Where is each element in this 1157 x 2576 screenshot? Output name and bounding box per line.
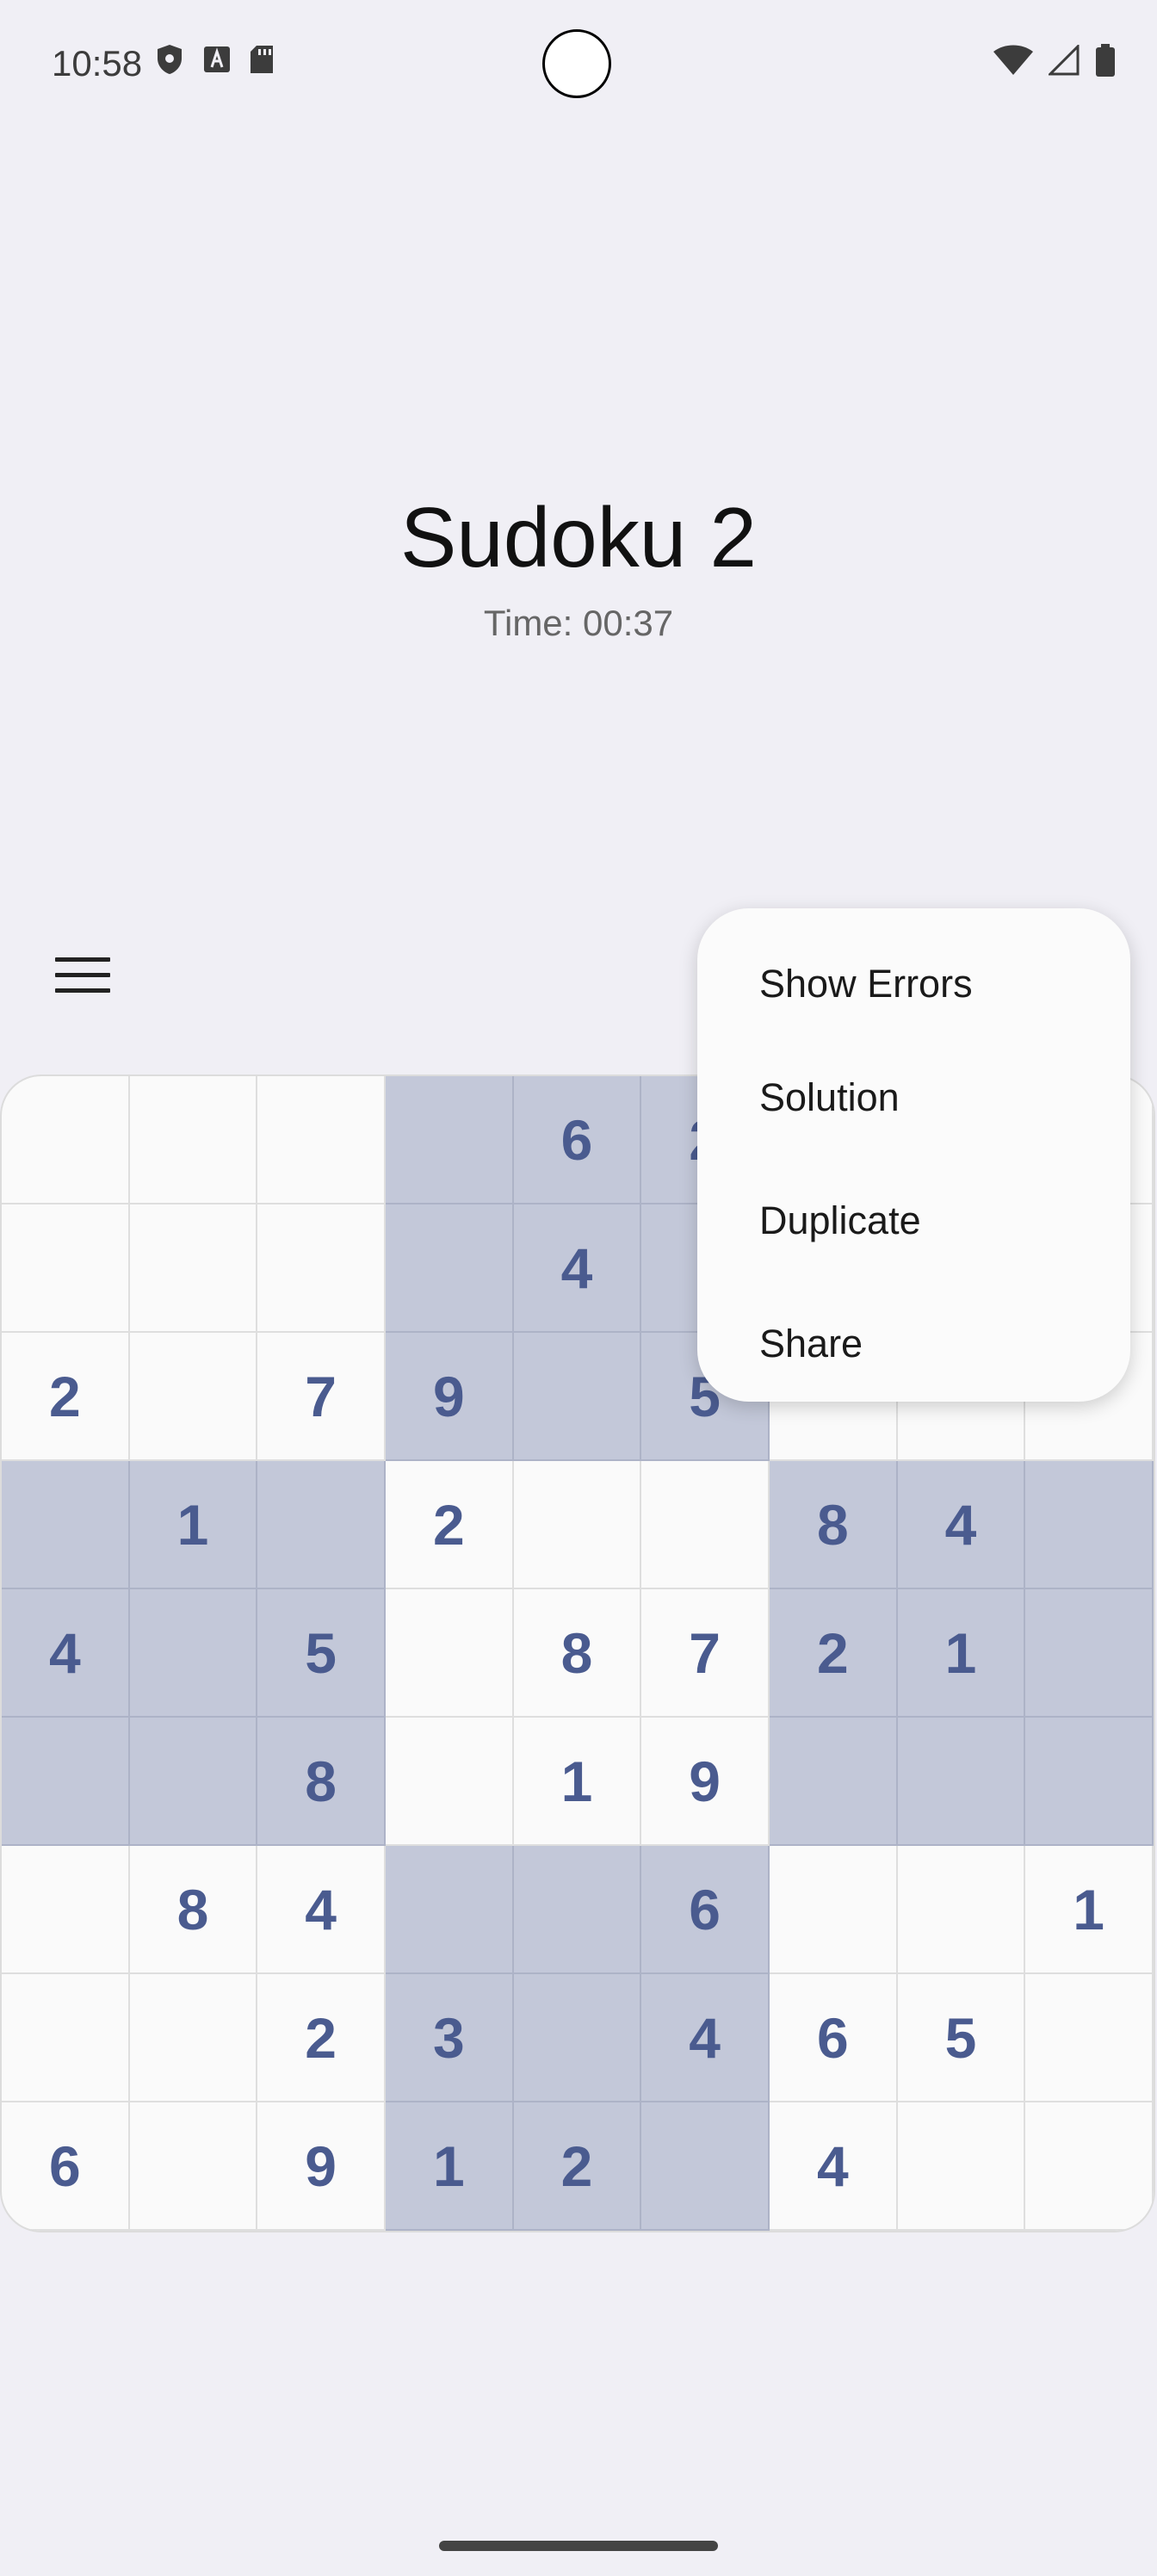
menu-item-share[interactable]: Share — [697, 1282, 1130, 1405]
sd-card-icon — [251, 46, 273, 73]
home-indicator[interactable] — [439, 2541, 718, 2551]
status-icons-right — [993, 43, 1116, 77]
sudoku-cell[interactable]: 2 — [770, 1589, 898, 1718]
sudoku-cell[interactable]: 7 — [257, 1333, 386, 1461]
hamburger-menu-icon[interactable] — [55, 947, 110, 1002]
sudoku-cell[interactable]: 1 — [386, 2102, 514, 2231]
sudoku-cell[interactable] — [513, 1974, 642, 2102]
sudoku-cell[interactable]: 3 — [386, 1974, 514, 2102]
sudoku-cell[interactable] — [129, 1333, 258, 1461]
sudoku-cell[interactable] — [257, 1204, 386, 1333]
sudoku-cell[interactable] — [257, 1461, 386, 1589]
sudoku-cell[interactable] — [513, 1461, 642, 1589]
sudoku-cell[interactable] — [129, 1589, 258, 1718]
sudoku-cell[interactable] — [1025, 1589, 1154, 1718]
sudoku-cell[interactable]: 9 — [257, 2102, 386, 2231]
signal-icon — [1049, 45, 1080, 76]
sudoku-cell[interactable] — [386, 1846, 514, 1974]
sudoku-cell[interactable] — [129, 1204, 258, 1333]
font-a-icon — [204, 46, 230, 72]
sudoku-cell[interactable] — [1025, 1461, 1154, 1589]
sudoku-cell[interactable]: 1 — [129, 1461, 258, 1589]
status-bar: 10:58 — [0, 0, 1157, 129]
sudoku-cell[interactable]: 4 — [513, 1204, 642, 1333]
sudoku-cell[interactable]: 8 — [257, 1718, 386, 1846]
sudoku-cell[interactable] — [1025, 1974, 1154, 2102]
sudoku-cell[interactable] — [129, 1974, 258, 2102]
sudoku-cell[interactable] — [2, 1974, 130, 2102]
camera-cutout — [542, 29, 611, 98]
status-time: 10:58 — [52, 43, 143, 84]
sudoku-cell[interactable]: 5 — [897, 1974, 1026, 2102]
wifi-icon — [993, 45, 1033, 75]
sudoku-cell[interactable]: 9 — [386, 1333, 514, 1461]
sudoku-cell[interactable] — [897, 1846, 1026, 1974]
puzzle-title: Sudoku 2 — [399, 490, 758, 585]
sudoku-cell[interactable]: 8 — [513, 1589, 642, 1718]
game-timer: Time: 00:37 — [483, 603, 674, 643]
sudoku-cell[interactable]: 4 — [897, 1461, 1026, 1589]
sudoku-cell[interactable]: 9 — [641, 1718, 770, 1846]
sudoku-cell[interactable]: 4 — [641, 1974, 770, 2102]
sudoku-cell[interactable] — [513, 1333, 642, 1461]
sudoku-cell[interactable]: 1 — [513, 1718, 642, 1846]
sudoku-cell[interactable]: 8 — [770, 1461, 898, 1589]
sudoku-cell[interactable]: 4 — [770, 2102, 898, 2231]
sudoku-cell[interactable] — [129, 1718, 258, 1846]
sudoku-cell[interactable]: 1 — [897, 1589, 1026, 1718]
sudoku-cell[interactable] — [2, 1204, 130, 1333]
sudoku-cell[interactable]: 6 — [641, 1846, 770, 1974]
sudoku-cell[interactable] — [1025, 1718, 1154, 1846]
sudoku-cell[interactable]: 8 — [129, 1846, 258, 1974]
sudoku-cell[interactable]: 6 — [770, 1974, 898, 2102]
sudoku-cell[interactable] — [641, 2102, 770, 2231]
status-icons-left — [155, 43, 274, 76]
battery-icon — [1096, 44, 1115, 77]
sudoku-cell[interactable] — [1025, 2102, 1154, 2231]
sudoku-cell[interactable]: 4 — [2, 1589, 130, 1718]
overflow-menu: Show Errors Solution Duplicate Share — [697, 908, 1130, 1402]
sudoku-cell[interactable] — [2, 1461, 130, 1589]
sudoku-cell[interactable]: 6 — [513, 1076, 642, 1204]
shield-icon — [158, 45, 182, 74]
sudoku-cell[interactable] — [513, 1846, 642, 1974]
sudoku-cell[interactable]: 6 — [2, 2102, 130, 2231]
menu-item-show-errors[interactable]: Show Errors — [697, 932, 1130, 1036]
sudoku-cell[interactable]: 2 — [386, 1461, 514, 1589]
sudoku-cell[interactable] — [386, 1076, 514, 1204]
sudoku-cell[interactable]: 1 — [1025, 1846, 1154, 1974]
sudoku-cell[interactable] — [129, 1076, 258, 1204]
sudoku-cell[interactable]: 2 — [257, 1974, 386, 2102]
sudoku-cell[interactable] — [897, 2102, 1026, 2231]
sudoku-cell[interactable]: 2 — [513, 2102, 642, 2231]
sudoku-cell[interactable]: 2 — [2, 1333, 130, 1461]
sudoku-cell[interactable] — [257, 1076, 386, 1204]
sudoku-cell[interactable] — [641, 1461, 770, 1589]
sudoku-cell[interactable]: 5 — [257, 1589, 386, 1718]
sudoku-cell[interactable] — [897, 1718, 1026, 1846]
sudoku-cell[interactable] — [2, 1846, 130, 1974]
sudoku-cell[interactable] — [386, 1204, 514, 1333]
sudoku-cell[interactable] — [770, 1718, 898, 1846]
menu-item-solution[interactable]: Solution — [697, 1036, 1130, 1159]
sudoku-cell[interactable] — [386, 1718, 514, 1846]
sudoku-cell[interactable] — [2, 1718, 130, 1846]
menu-item-duplicate[interactable]: Duplicate — [697, 1159, 1130, 1282]
sudoku-cell[interactable] — [770, 1846, 898, 1974]
sudoku-cell[interactable]: 4 — [257, 1846, 386, 1974]
sudoku-cell[interactable]: 7 — [641, 1589, 770, 1718]
sudoku-cell[interactable] — [2, 1076, 130, 1204]
sudoku-cell[interactable] — [129, 2102, 258, 2231]
sudoku-cell[interactable] — [386, 1589, 514, 1718]
